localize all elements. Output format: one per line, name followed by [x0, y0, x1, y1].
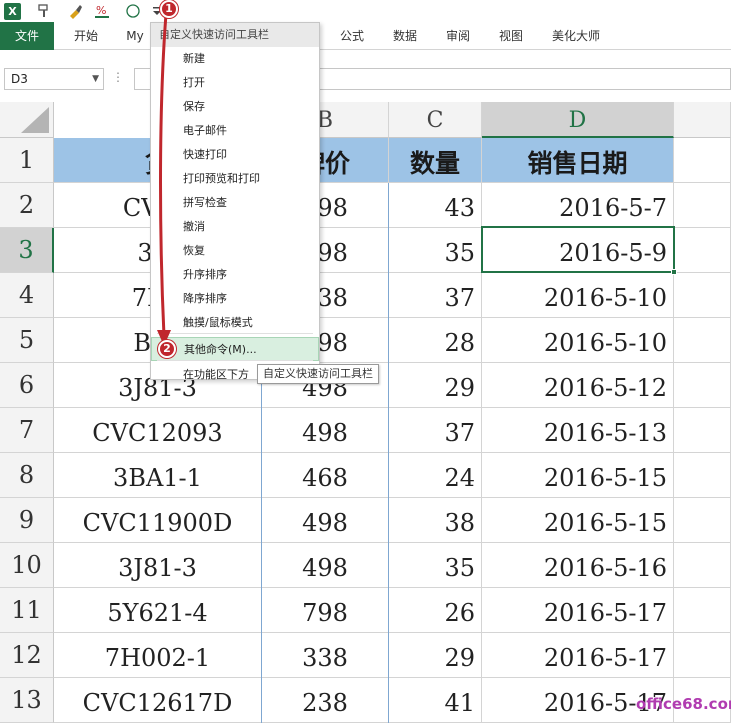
annotation-arrow [157, 13, 171, 346]
annotation-badge-1: 1 [160, 0, 178, 18]
watermark: office68.com [636, 695, 731, 713]
annotation-badge-2: 2 [158, 340, 176, 358]
